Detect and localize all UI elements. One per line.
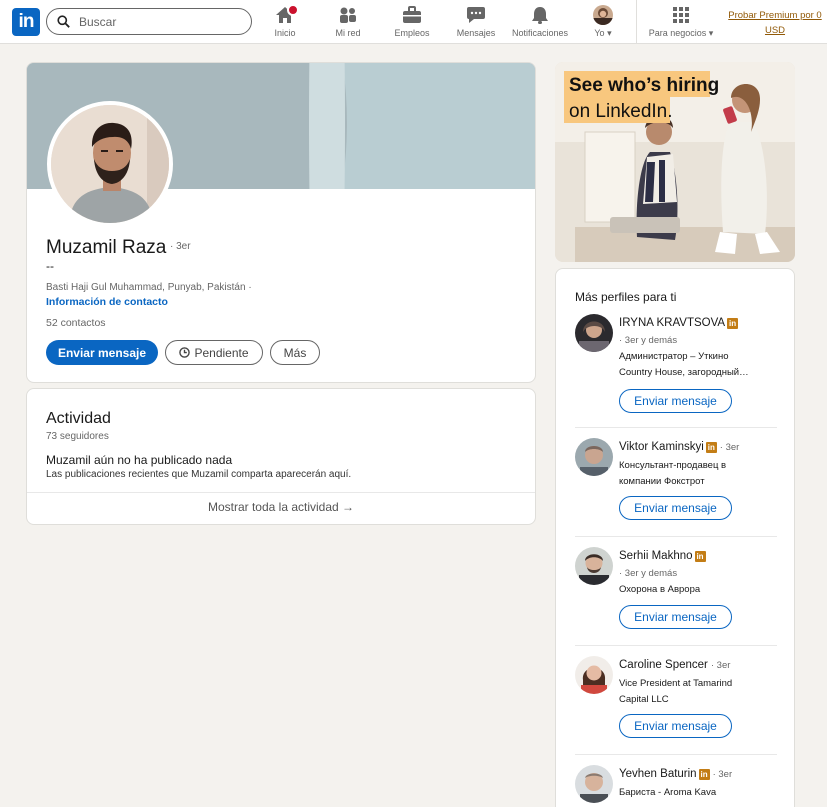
briefcase-icon: [403, 6, 421, 23]
profile-photo[interactable]: [47, 101, 173, 227]
search-box[interactable]: [46, 8, 252, 35]
send-message-button[interactable]: Enviar mensaje: [46, 340, 158, 365]
avatar[interactable]: [575, 765, 613, 803]
show-all-activity-link[interactable]: Mostrar toda la actividad →: [27, 500, 535, 514]
person-name[interactable]: Viktor Kaminskyi: [619, 441, 704, 453]
nav-business-label: Para negocios: [648, 28, 707, 38]
linkedin-premium-icon: in: [694, 551, 706, 562]
search-input[interactable]: [79, 13, 244, 31]
more-profiles-title: Más perfiles para ti: [575, 290, 677, 304]
avatar[interactable]: [575, 656, 613, 694]
premium-link[interactable]: Probar Premium por 0 USD: [724, 8, 826, 38]
person-headline-1: Консультант-продавец в: [619, 460, 727, 471]
ad-headline-1: See who’s hiring: [569, 75, 719, 96]
person-headline-2: Capital LLC: [619, 694, 669, 705]
person-name[interactable]: Serhii Makhno: [619, 550, 693, 562]
profile-location: Basti Haji Gul Muhammad, Punyab, Pakistá…: [46, 282, 252, 293]
person-headline-2: Country House, загородный…: [619, 367, 749, 378]
avatar: [593, 5, 613, 25]
linkedin-premium-icon: in: [727, 318, 739, 329]
person-headline-1: Бариста - Aroma Kava: [619, 787, 717, 798]
bell-icon: [532, 7, 548, 24]
send-message-button[interactable]: Enviar mensaje: [619, 714, 732, 738]
person-degree: · 3er y demás: [619, 568, 678, 579]
nav-me[interactable]: Yo ▾: [588, 5, 618, 41]
activity-empty-title: Muzamil aún no ha publicado nada: [46, 453, 233, 467]
activity-title: Actividad: [46, 410, 111, 427]
person-degree: · 3er: [719, 442, 740, 453]
send-message-button[interactable]: Enviar mensaje: [619, 605, 732, 629]
hiring-ad[interactable]: See who’s hiring on LinkedIn.: [555, 62, 795, 262]
connection-degree: · 3er: [170, 241, 191, 252]
more-profiles-card: Más perfiles para ti IRYNA KRAVTSOVA in ·…: [555, 268, 795, 807]
profile-name: Muzamil Raza: [46, 237, 167, 258]
nav-business[interactable]: Para negocios ▾: [645, 5, 717, 41]
profile-suggestion: Serhii Makhno in · 3er y demás Охорона в …: [575, 547, 777, 657]
contact-info-link[interactable]: Información de contacto: [46, 296, 168, 308]
divider: [575, 536, 777, 537]
avatar[interactable]: [575, 438, 613, 476]
nav-jobs[interactable]: Empleos: [392, 5, 432, 41]
nav-messages-label: Mensajes: [456, 28, 496, 38]
nav-messages[interactable]: Mensajes: [454, 5, 498, 41]
linkedin-premium-icon: in: [705, 442, 717, 453]
send-message-button[interactable]: Enviar mensaje: [619, 389, 732, 413]
nav-network[interactable]: Mi red: [330, 5, 366, 41]
profile-suggestion: Yevhen Baturin in · 3er Бариста - Aroma Ka…: [575, 765, 777, 807]
network-icon: [340, 7, 356, 23]
pending-button[interactable]: Pendiente: [165, 340, 263, 365]
profile-headline: --: [46, 259, 54, 273]
ad-headline-2: on LinkedIn.: [569, 101, 673, 122]
divider: [575, 427, 777, 428]
more-button[interactable]: Más: [270, 340, 320, 365]
linkedin-logo[interactable]: in: [12, 8, 40, 36]
send-message-button[interactable]: Enviar mensaje: [619, 496, 732, 520]
profile-suggestion: IRYNA KRAVTSOVA in · 3er y demás Админист…: [575, 314, 777, 428]
divider: [27, 492, 535, 493]
nav-notifications[interactable]: Notificaciones: [508, 5, 572, 41]
person-degree: · 3er: [710, 660, 731, 671]
nav-notifications-label: Notificaciones: [511, 28, 569, 38]
avatar[interactable]: [575, 547, 613, 585]
nav-divider: [636, 0, 637, 44]
top-nav: in Inicio Mi red Empleos Mensajes Notifi…: [0, 0, 827, 44]
person-degree: · 3er y demás: [619, 335, 678, 346]
notification-badge: [287, 4, 299, 16]
profile-suggestion: Caroline Spencer · 3er Vice President at …: [575, 656, 777, 766]
divider: [575, 645, 777, 646]
person-degree: · 3er: [712, 769, 733, 780]
clock-icon: [179, 347, 191, 358]
person-headline-1: Охорона в Аврора: [619, 584, 701, 595]
search-icon: [57, 15, 70, 28]
nav-me-label: Yo: [594, 28, 605, 38]
pending-label: Pendiente: [194, 345, 249, 360]
person-name[interactable]: Caroline Spencer: [619, 659, 708, 671]
person-name[interactable]: IRYNA KRAVTSOVA: [619, 317, 725, 329]
activity-card: Actividad 73 seguidores Muzamil aún no h…: [26, 388, 536, 525]
nav-home[interactable]: Inicio: [268, 4, 302, 41]
message-icon: [467, 7, 485, 23]
activity-empty-subtitle: Las publicaciones recientes que Muzamil …: [46, 469, 352, 480]
linkedin-premium-icon: in: [698, 769, 710, 780]
profile-card: Muzamil Raza · 3er -- Basti Haji Gul Muh…: [26, 62, 536, 383]
nav-home-label: Inicio: [274, 28, 296, 38]
nav-jobs-label: Empleos: [394, 28, 430, 38]
person-headline-1: Vice President at Tamarind: [619, 678, 733, 689]
chevron-down-icon: ▾: [607, 28, 612, 38]
chevron-down-icon: ▾: [708, 28, 714, 38]
person-name[interactable]: Yevhen Baturin: [619, 768, 697, 780]
person-headline-1: Администратор – Уткино: [619, 351, 729, 362]
avatar[interactable]: [575, 314, 613, 352]
followers-count: 73 seguidores: [46, 431, 109, 442]
profile-suggestion: Viktor Kaminskyi in · 3er Консультант-прод…: [575, 438, 777, 548]
nav-network-label: Mi red: [335, 28, 361, 38]
person-headline-2: компании Фокстрот: [619, 476, 705, 487]
connections-count[interactable]: 52 contactos: [46, 317, 106, 329]
grid-icon: [673, 7, 689, 23]
divider: [575, 754, 777, 755]
